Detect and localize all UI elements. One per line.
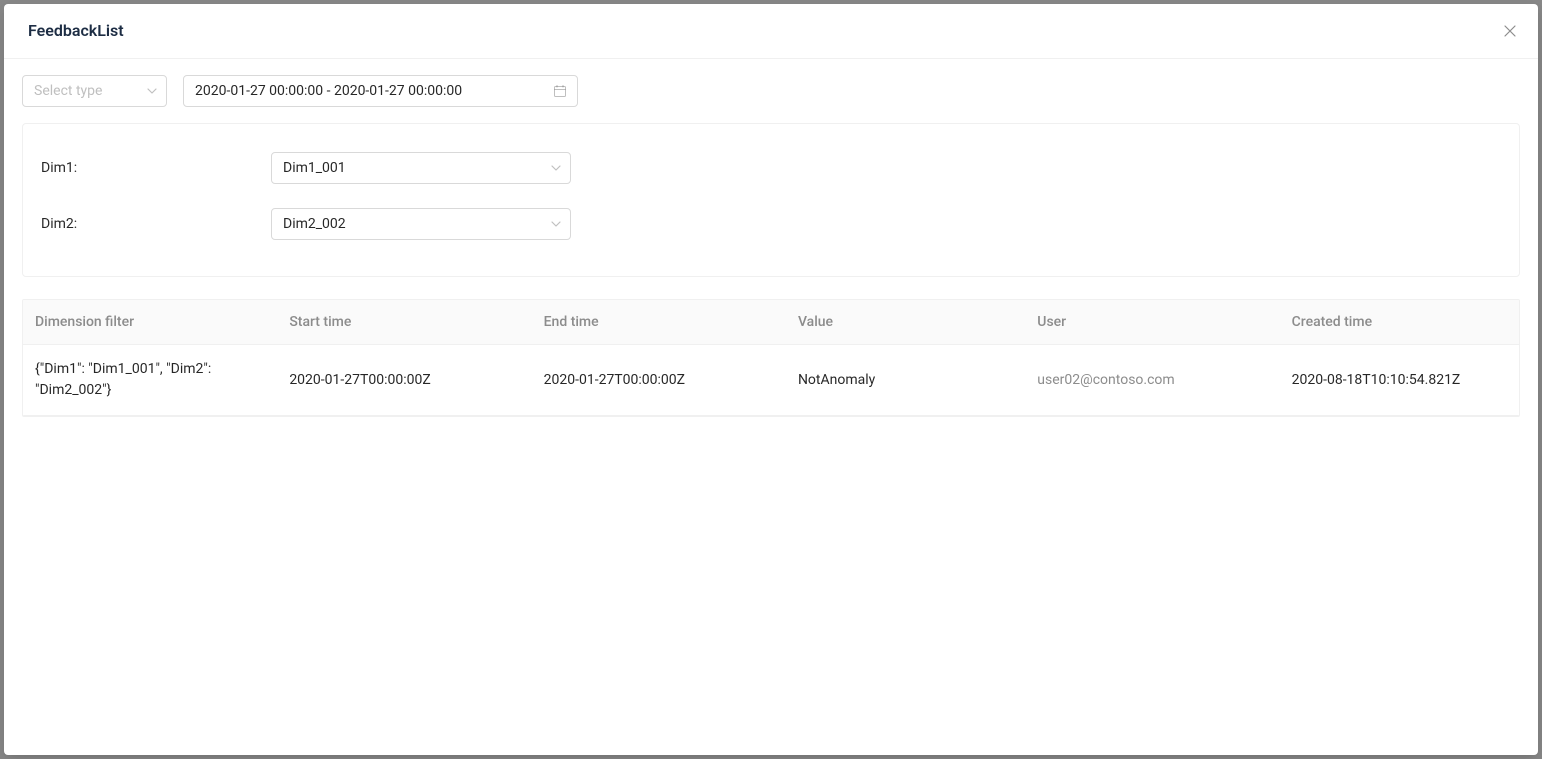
filter-row-dim1: Dim1: Dim1_001	[41, 140, 1501, 196]
table-header: Dimension filter Start time End time Val…	[23, 300, 1519, 345]
modal-body: Select type 2020-01-27 00:00:00 - 2020-0…	[4, 59, 1538, 433]
dim2-select[interactable]: Dim2_002	[271, 208, 571, 240]
th-end-time: End time	[532, 300, 786, 344]
th-created-time: Created time	[1280, 300, 1519, 344]
date-range-value: 2020-01-27 00:00:00 - 2020-01-27 00:00:0…	[195, 83, 462, 99]
td-user: user02@contoso.com	[1025, 350, 1279, 410]
modal-header: FeedbackList	[4, 4, 1538, 59]
type-select[interactable]: Select type	[22, 75, 167, 107]
date-range-picker[interactable]: 2020-01-27 00:00:00 - 2020-01-27 00:00:0…	[183, 75, 578, 107]
dim1-select-value: Dim1_001	[283, 160, 346, 176]
top-controls: Select type 2020-01-27 00:00:00 - 2020-0…	[22, 75, 1520, 107]
td-dimension-filter: {"Dim1": "Dim1_001", "Dim2": "Dim2_002"}	[23, 345, 277, 415]
modal-title: FeedbackList	[28, 20, 1514, 42]
th-dimension-filter: Dimension filter	[23, 300, 277, 344]
td-value: NotAnomaly	[786, 350, 1025, 410]
td-end-time: 2020-01-27T00:00:00Z	[532, 350, 786, 410]
table-row[interactable]: {"Dim1": "Dim1_001", "Dim2": "Dim2_002"}…	[23, 345, 1519, 416]
chevron-down-icon	[551, 165, 561, 171]
chevron-down-icon	[551, 221, 561, 227]
filter-row-dim2: Dim2: Dim2_002	[41, 196, 1501, 252]
feedback-table: Dimension filter Start time End time Val…	[22, 299, 1520, 417]
feedback-list-modal: FeedbackList Select type 2020-01-27 00:0…	[4, 4, 1538, 755]
calendar-icon	[553, 84, 567, 98]
close-button[interactable]	[1498, 19, 1522, 43]
td-start-time: 2020-01-27T00:00:00Z	[277, 350, 531, 410]
close-icon	[1504, 25, 1516, 37]
dim1-select[interactable]: Dim1_001	[271, 152, 571, 184]
th-start-time: Start time	[277, 300, 531, 344]
dim2-select-value: Dim2_002	[283, 216, 346, 232]
th-user: User	[1025, 300, 1279, 344]
type-select-placeholder: Select type	[34, 83, 102, 99]
td-created-time: 2020-08-18T10:10:54.821Z	[1280, 350, 1519, 410]
dim1-label: Dim1:	[41, 160, 271, 176]
dimension-filters-card: Dim1: Dim1_001 Dim2: Dim2_002	[22, 123, 1520, 277]
chevron-down-icon	[147, 88, 157, 94]
th-value: Value	[786, 300, 1025, 344]
dim2-label: Dim2:	[41, 216, 271, 232]
